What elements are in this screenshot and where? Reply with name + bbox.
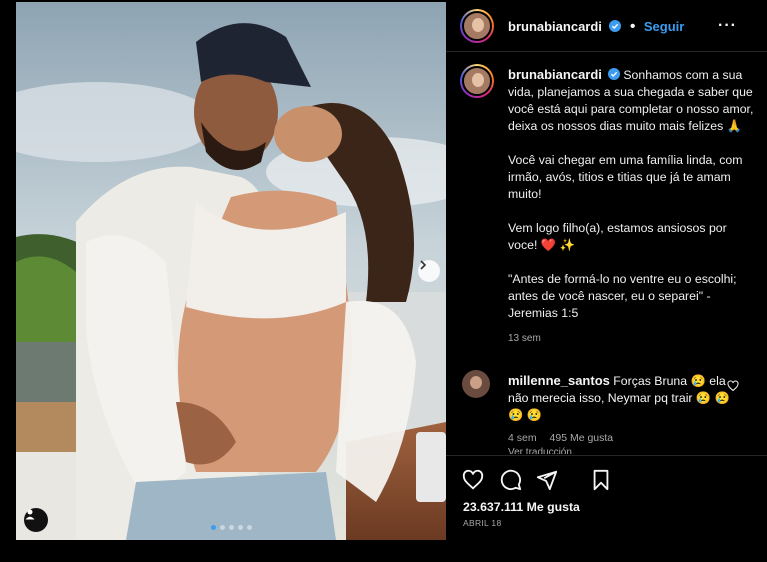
user-tag-icon: [25, 509, 35, 520]
post-header: brunabiancardi • Seguir ···: [446, 0, 767, 52]
carousel-dot: [237, 525, 243, 530]
carousel-next-button[interactable]: [418, 260, 440, 282]
carousel-dot: [219, 525, 225, 530]
carousel-dot: [210, 525, 216, 530]
post-photo[interactable]: [16, 2, 446, 540]
carousel-indicator: [16, 525, 446, 530]
carousel-dot: [228, 525, 234, 530]
comment-meta: 4 sem 495 Me gusta: [508, 430, 748, 447]
share-icon[interactable]: [536, 469, 558, 491]
commenter-username[interactable]: millenne_santos: [508, 373, 610, 388]
heart-icon[interactable]: [727, 380, 739, 392]
post-actions: 23.637.111 Me gusta ABRIL 18: [446, 455, 767, 562]
caption-author-avatar[interactable]: [460, 64, 494, 98]
commenter-avatar[interactable]: [462, 370, 490, 398]
post-viewer: brunabiancardi • Seguir ··· brunabiancar…: [0, 0, 767, 562]
carousel-dot: [246, 525, 252, 530]
chevron-right-icon: [420, 260, 427, 270]
bookmark-icon[interactable]: [590, 469, 612, 491]
verified-badge-icon: [607, 68, 620, 80]
caption-paragraph: Você vai chegar em uma família linda, co…: [508, 153, 743, 201]
follow-button[interactable]: Seguir: [644, 19, 684, 34]
post-sidebar: brunabiancardi • Seguir ··· brunabiancar…: [446, 0, 767, 562]
photo-illustration: [16, 2, 446, 540]
author-username[interactable]: brunabiancardi: [508, 19, 602, 34]
post-date: ABRIL 18: [463, 518, 502, 528]
heart-icon[interactable]: [462, 469, 484, 491]
caption-paragraph: Vem logo filho(a), estamos ansiosos por …: [508, 221, 727, 252]
comment-time[interactable]: 4 sem: [508, 432, 537, 444]
caption-paragraph: "Antes de formá-lo no ventre eu o escolh…: [508, 272, 737, 320]
likes-count[interactable]: 23.637.111 Me gusta: [463, 500, 580, 514]
caption-timestamp[interactable]: 13 sem: [508, 330, 758, 347]
comment: millenne_santos Forças Bruna 😢 ela não m…: [508, 372, 748, 447]
tagged-users-button[interactable]: [24, 508, 48, 532]
see-translation-link[interactable]: Ver traducción: [508, 447, 572, 454]
author-avatar[interactable]: [460, 9, 494, 43]
caption-username[interactable]: brunabiancardi: [508, 67, 602, 82]
more-options-icon[interactable]: ···: [718, 17, 737, 35]
verified-badge-icon: [609, 20, 622, 32]
comment-likes[interactable]: 495 Me gusta: [550, 432, 614, 444]
post-caption: brunabiancardi Sonhamos com a sua vida, …: [508, 66, 758, 347]
caption-paragraph: brunabiancardi Sonhamos com a sua vida, …: [508, 66, 758, 135]
comment-icon[interactable]: [500, 469, 522, 491]
